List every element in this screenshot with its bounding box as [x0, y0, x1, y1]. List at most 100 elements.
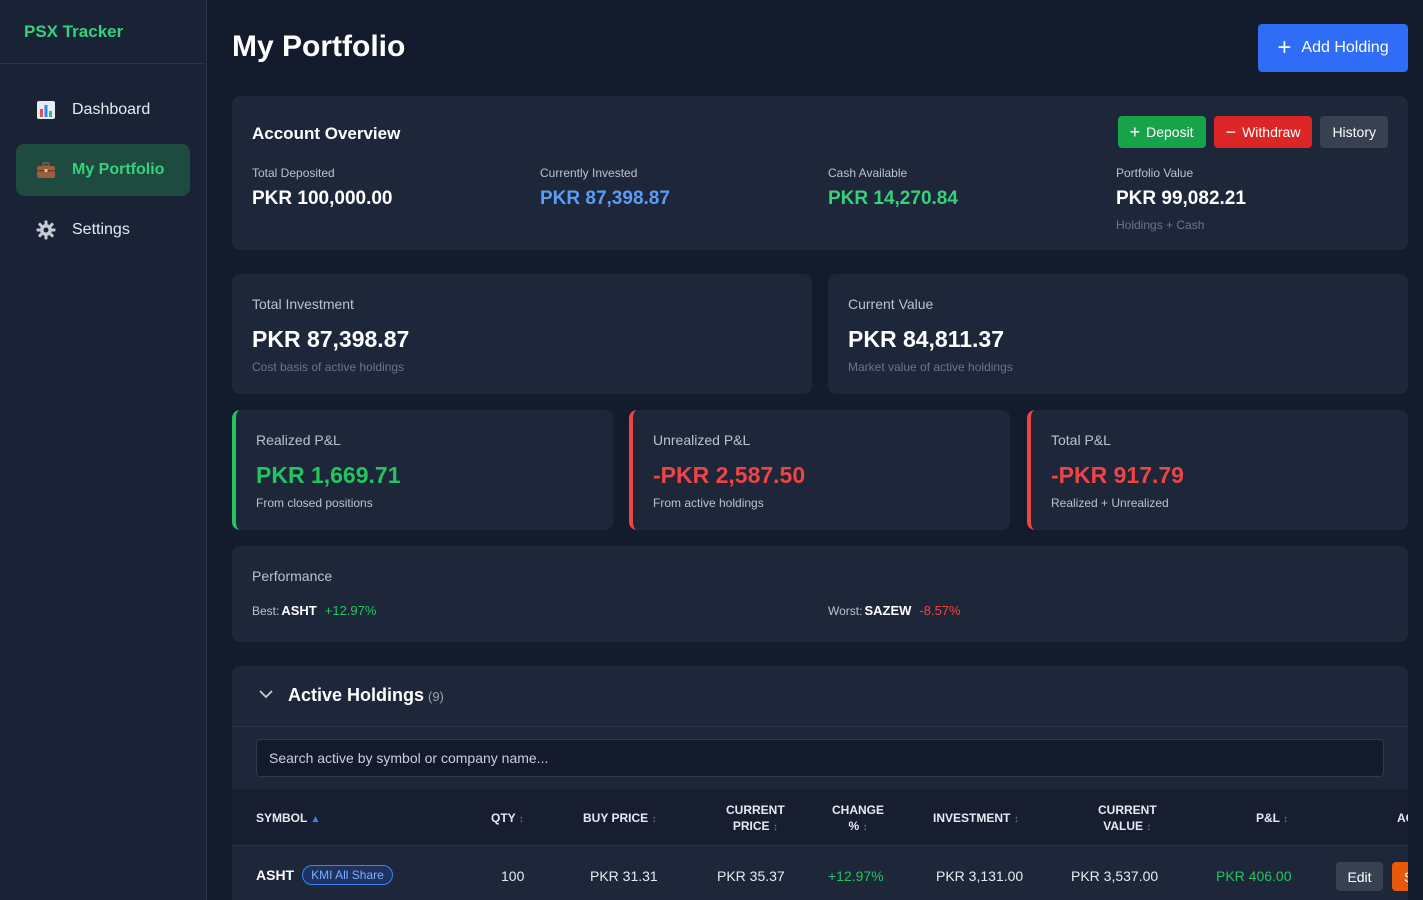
col-symbol-label: SYMBOL [256, 811, 308, 825]
stat-portfolio-value: Portfolio Value PKR 99,082.21 Holdings +… [1116, 166, 1246, 232]
best-symbol: ASHT [281, 603, 317, 618]
col-current-value[interactable]: CURRENT VALUE ↕ [1098, 802, 1157, 836]
col-qty-label: QTY [491, 811, 516, 825]
cell-change: +12.97% [828, 868, 884, 884]
current-value-card: Current Value PKR 84,811.37 Market value… [828, 274, 1408, 394]
realized-pnl-card: Realized P&L PKR 1,669.71 From closed po… [232, 410, 613, 530]
card-label: Realized P&L [256, 432, 341, 448]
card-sub: Market value of active holdings [848, 360, 1013, 374]
edit-button[interactable]: Edit [1336, 862, 1383, 891]
gear-icon [36, 220, 56, 240]
performance-card: Performance Best: ASHT +12.97% Worst: SA… [232, 546, 1408, 642]
sidebar-item-settings[interactable]: Settings [16, 204, 190, 256]
account-actions: + Deposit − Withdraw History [1117, 116, 1388, 148]
sort-asc-icon: ▲ [310, 814, 321, 825]
withdraw-label: Withdraw [1242, 124, 1301, 140]
account-overview-card: Account Overview + Deposit − Withdraw Hi… [232, 96, 1408, 250]
sort-icon: ↕ [1013, 814, 1019, 825]
holdings-search-input[interactable] [256, 739, 1384, 777]
card-sub: From closed positions [256, 496, 373, 510]
sidebar-nav: Dashboard My Portfolio Settings [0, 64, 206, 256]
briefcase-icon [36, 160, 56, 180]
stat-sub: Holdings + Cash [1116, 218, 1205, 232]
col-current-value-label-2: VALUE [1103, 819, 1144, 833]
table-row[interactable]: ASHT KMI All Share 100 PKR 31.31 PKR 35.3… [232, 845, 1408, 900]
stat-value: PKR 100,000.00 [252, 188, 393, 209]
col-current-price-label-2: PRICE [732, 819, 770, 833]
history-label: History [1332, 124, 1376, 140]
cell-current-value: PKR 3,537.00 [1071, 868, 1159, 884]
active-holdings-section: Active Holdings (9) SYMBOL ▲ QTY ↕ BUY P… [232, 666, 1408, 900]
holdings-count: (9) [428, 689, 444, 704]
unrealized-pnl-card: Unrealized P&L -PKR 2,587.50 From active… [629, 410, 1010, 530]
col-qty[interactable]: QTY ↕ [491, 810, 524, 828]
plus-icon: + [1277, 34, 1292, 61]
holdings-table-header: SYMBOL ▲ QTY ↕ BUY PRICE ↕ CURRENT PRICE… [232, 789, 1408, 845]
stat-label: Cash Available [828, 166, 908, 180]
total-investment-card: Total Investment PKR 87,398.87 Cost basi… [232, 274, 812, 394]
cell-qty: 100 [501, 868, 525, 884]
total-pnl-card: Total P&L -PKR 917.79 Realized + Unreali… [1027, 410, 1408, 530]
card-value: PKR 1,669.71 [256, 462, 401, 488]
card-label: Current Value [848, 296, 934, 312]
chevron-down-icon[interactable] [258, 686, 274, 702]
holdings-title: Active Holdings [288, 685, 425, 705]
app-title: PSX Tracker [0, 0, 206, 64]
card-value: -PKR 917.79 [1051, 462, 1184, 488]
sidebar-item-my-portfolio[interactable]: My Portfolio [16, 144, 190, 196]
col-current-value-label: CURRENT [1098, 803, 1157, 817]
best-tag: Best: [252, 604, 280, 618]
deposit-button[interactable]: + Deposit [1117, 116, 1206, 148]
col-change-label-2: % [848, 819, 860, 833]
col-change-label: CHANGE [832, 803, 885, 817]
worst-tag: Worst: [828, 604, 863, 618]
col-buy-price[interactable]: BUY PRICE ↕ [583, 810, 656, 828]
cell-investment: PKR 3,131.00 [936, 868, 1024, 884]
bar-chart-icon [36, 100, 56, 120]
worst-performer: Worst: SAZEW -8.57% [828, 603, 961, 618]
card-value: PKR 87,398.87 [252, 326, 410, 352]
sidebar-item-dashboard[interactable]: Dashboard [16, 84, 190, 136]
sort-icon: ↕ [1283, 814, 1289, 825]
sell-button[interactable]: S [1392, 862, 1408, 891]
card-sub: Cost basis of active holdings [252, 360, 405, 374]
sort-icon: ↕ [1146, 822, 1152, 833]
col-actions-label: AC [1397, 811, 1408, 825]
cell-buy-price: PKR 31.31 [590, 868, 658, 884]
card-value: PKR 84,811.37 [848, 326, 1005, 352]
col-pnl[interactable]: P&L ↕ [1256, 810, 1288, 828]
col-symbol[interactable]: SYMBOL ▲ [256, 810, 320, 828]
stat-total-deposited: Total Deposited PKR 100,000.00 [252, 166, 393, 210]
col-buy-price-label: BUY PRICE [583, 811, 649, 825]
col-current-price-label: CURRENT [726, 803, 785, 817]
withdraw-button[interactable]: − Withdraw [1213, 116, 1313, 148]
sort-icon: ↕ [862, 822, 868, 833]
symbol-text: ASHT [256, 867, 295, 883]
minus-icon: − [1225, 122, 1237, 142]
worst-symbol: SAZEW [864, 603, 912, 618]
holdings-header[interactable]: Active Holdings (9) [232, 666, 1408, 727]
col-current-price[interactable]: CURRENT PRICE ↕ [726, 802, 785, 836]
cell-symbol: ASHT KMI All Share [256, 865, 393, 886]
card-label: Unrealized P&L [653, 432, 751, 448]
stat-label: Total Deposited [252, 166, 335, 180]
add-holding-button[interactable]: + Add Holding [1258, 24, 1408, 72]
cell-pnl: PKR 406.00 [1216, 868, 1292, 884]
history-button[interactable]: History [1320, 116, 1388, 148]
col-investment-label: INVESTMENT [933, 811, 1011, 825]
sidebar-item-label: Dashboard [72, 101, 151, 118]
stat-currently-invested: Currently Invested PKR 87,398.87 [540, 166, 670, 210]
sort-icon: ↕ [651, 814, 657, 825]
stat-value: PKR 99,082.21 [1116, 188, 1246, 209]
deposit-label: Deposit [1146, 124, 1194, 140]
worst-change: -8.57% [919, 603, 961, 618]
sort-icon: ↕ [518, 814, 524, 825]
card-value: -PKR 2,587.50 [653, 462, 806, 488]
col-change[interactable]: CHANGE % ↕ [832, 802, 884, 836]
card-sub: Realized + Unrealized [1051, 496, 1169, 510]
col-investment[interactable]: INVESTMENT ↕ [933, 810, 1019, 828]
card-label: Total P&L [1051, 432, 1111, 448]
sidebar-item-label: My Portfolio [72, 161, 165, 178]
sidebar-item-label: Settings [72, 221, 130, 238]
col-actions: AC [1397, 810, 1408, 826]
